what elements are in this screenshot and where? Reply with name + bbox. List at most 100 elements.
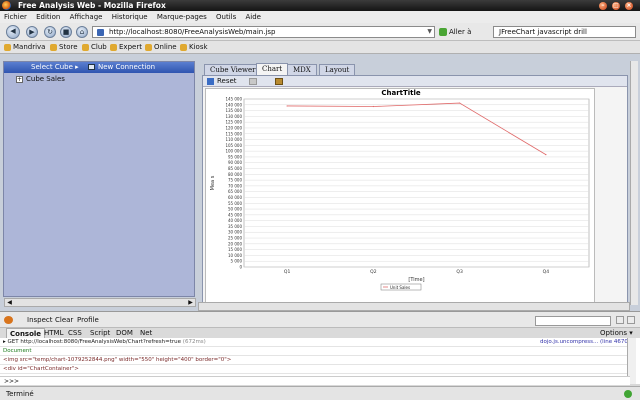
console-command-line[interactable]: >>> [0, 376, 630, 385]
tab-layout[interactable]: Layout [319, 64, 356, 75]
tab-mdx[interactable]: MDX [287, 64, 317, 75]
firebug-status-icon[interactable] [624, 390, 632, 398]
url-dropdown-icon[interactable]: ▼ [427, 27, 432, 37]
stop-icon[interactable]: ■ [60, 26, 72, 38]
line-chart[interactable]: ChartTitle 05 00010 00015 00020 00025 000… [206, 89, 596, 307]
detach-icon[interactable] [616, 316, 624, 324]
firebug-search-input[interactable] [535, 316, 611, 326]
console-row-document[interactable]: Document [0, 347, 630, 356]
y-tick-label: 35 000 [228, 224, 242, 229]
menu-fichier[interactable]: Fichier [4, 13, 27, 21]
scroll-left-icon[interactable]: ◀ [5, 299, 14, 306]
x-tick-label: Q3 [456, 269, 463, 275]
reset-button[interactable]: Reset [207, 76, 237, 87]
y-tick-label: 125 000 [225, 120, 242, 125]
maximize-icon[interactable]: □ [612, 2, 620, 10]
menu-outils[interactable]: Outils [216, 13, 236, 21]
chart-tab-body: Reset ChartTitle 0 5 000 10 000 15 000 20 000… [202, 75, 628, 306]
menu-marque-pages[interactable]: Marque-pages [157, 13, 207, 21]
bookmarks-bar: Mandriva Store Club Expert Online Kiosk [0, 41, 640, 54]
cube-panel-scrollbar[interactable]: ◀ ▶ [4, 298, 196, 307]
star-icon [4, 43, 11, 51]
y-tick-label: 60 000 [228, 195, 242, 200]
menu-affichage[interactable]: Affichage [70, 13, 103, 21]
legend-label: Unit Sales [390, 285, 410, 290]
viewer-horizontal-scrollbar[interactable] [198, 302, 630, 311]
bookmark-expert[interactable]: Expert [110, 41, 142, 54]
tree-item-cube-sales[interactable]: + Cube Sales [16, 75, 65, 84]
bookmark-label: Club [91, 43, 107, 51]
console-get-time: (672ms) [182, 339, 206, 345]
console-row-div[interactable]: <div id="ChartContainer"> [0, 365, 630, 374]
y-tick-label: 40 000 [228, 218, 242, 223]
chart-title: ChartTitle [381, 89, 421, 97]
chart-container: ChartTitle 0 5 000 10 000 15 000 20 000 25 000… [205, 88, 595, 306]
page-favicon-icon [97, 29, 104, 36]
home-icon[interactable]: ⌂ [76, 26, 88, 38]
tab-cube-viewer[interactable]: Cube Viewer [204, 64, 262, 75]
y-tick-label: 50 000 [228, 207, 242, 212]
status-text: Terminé [6, 390, 34, 398]
drill-icon[interactable] [249, 78, 257, 85]
minimize-icon[interactable]: – [599, 2, 607, 10]
firebug-toolbar: Inspect Clear Profile [0, 311, 640, 327]
close-icon[interactable]: × [625, 2, 633, 10]
viewer-panel: Cube Viewer Chart MDX Layout Reset Chart… [202, 61, 628, 306]
y-tick-label: 100 000 [225, 149, 242, 154]
folder-icon [180, 43, 187, 51]
reset-label: Reset [217, 77, 237, 85]
select-cube-menu[interactable]: Select Cube ▸ [31, 62, 79, 73]
status-bar: Terminé [0, 386, 640, 400]
clear-button[interactable]: Clear [55, 312, 73, 328]
profile-button[interactable]: Profile [77, 312, 99, 328]
menu-historique[interactable]: Historique [112, 13, 148, 21]
bookmark-online[interactable]: Online [145, 41, 177, 54]
title-bar: Free Analysis Web - Mozilla Firefox – □ … [0, 0, 640, 11]
new-connection-button[interactable]: New Connection [88, 62, 155, 73]
go-icon [439, 28, 447, 36]
inspect-button[interactable]: Inspect [27, 312, 53, 328]
select-cube-label: Select Cube [31, 63, 73, 71]
bookmark-kiosk[interactable]: Kiosk [180, 41, 208, 54]
bookmark-label: Mandriva [13, 43, 46, 51]
search-input[interactable]: JFreeChart javascript drill [493, 26, 636, 38]
console-row-get[interactable]: ▸ GET http://localhost:8080/FreeAnalysis… [0, 338, 630, 347]
bookmark-club[interactable]: Club [82, 41, 107, 54]
go-button[interactable]: Aller à [439, 26, 471, 38]
navigation-bar: ◀ ▶ ↻ ■ ⌂ http://localhost:8080/FreeAnal… [0, 23, 640, 41]
firefox-icon [2, 1, 11, 10]
expand-icon[interactable]: + [16, 75, 23, 83]
firebug-icon[interactable] [4, 316, 13, 324]
y-tick-label: 115 000 [225, 131, 242, 136]
console-row-img[interactable]: <img src="temp/chart-1079252844.png" wid… [0, 356, 630, 365]
y-tick-label: 90 000 [228, 160, 242, 165]
y-tick-label: 70 000 [228, 183, 242, 188]
menu-aide[interactable]: Aide [246, 13, 261, 21]
reload-icon[interactable]: ↻ [44, 26, 56, 38]
search-value: JFreeChart javascript drill [499, 28, 587, 36]
close-firebug-icon[interactable] [627, 316, 635, 324]
bookmark-store[interactable]: Store [50, 41, 78, 54]
bookmark-label: Kiosk [189, 43, 208, 51]
menu-edition[interactable]: Edition [36, 13, 60, 21]
bookmark-label: Expert [119, 43, 142, 51]
scroll-right-icon[interactable]: ▶ [186, 299, 195, 306]
y-tick-label: 30 000 [228, 230, 242, 235]
url-field[interactable]: http://localhost:8080/FreeAnalysisWeb/ma… [92, 26, 435, 38]
url-text: http://localhost:8080/FreeAnalysisWeb/ma… [109, 28, 276, 36]
y-tick-label: 80 000 [228, 172, 242, 177]
window-title: Free Analysis Web - Mozilla Firefox [18, 1, 166, 10]
folder-icon [82, 43, 89, 51]
bookmark-label: Online [154, 43, 177, 51]
folder-icon [110, 43, 117, 51]
x-tick-label: Q2 [370, 269, 377, 275]
forward-icon[interactable]: ▶ [26, 26, 38, 38]
tab-chart[interactable]: Chart [256, 63, 289, 75]
chart-type-icon[interactable] [275, 78, 283, 85]
page-vertical-scrollbar[interactable] [630, 61, 638, 305]
reset-icon [207, 77, 214, 85]
bookmark-mandriva[interactable]: Mandriva [4, 41, 45, 54]
console-source-link[interactable]: dojo.js.uncompress... (line 4670) [540, 338, 630, 346]
back-icon[interactable]: ◀ [6, 25, 20, 39]
data-point [372, 105, 374, 108]
